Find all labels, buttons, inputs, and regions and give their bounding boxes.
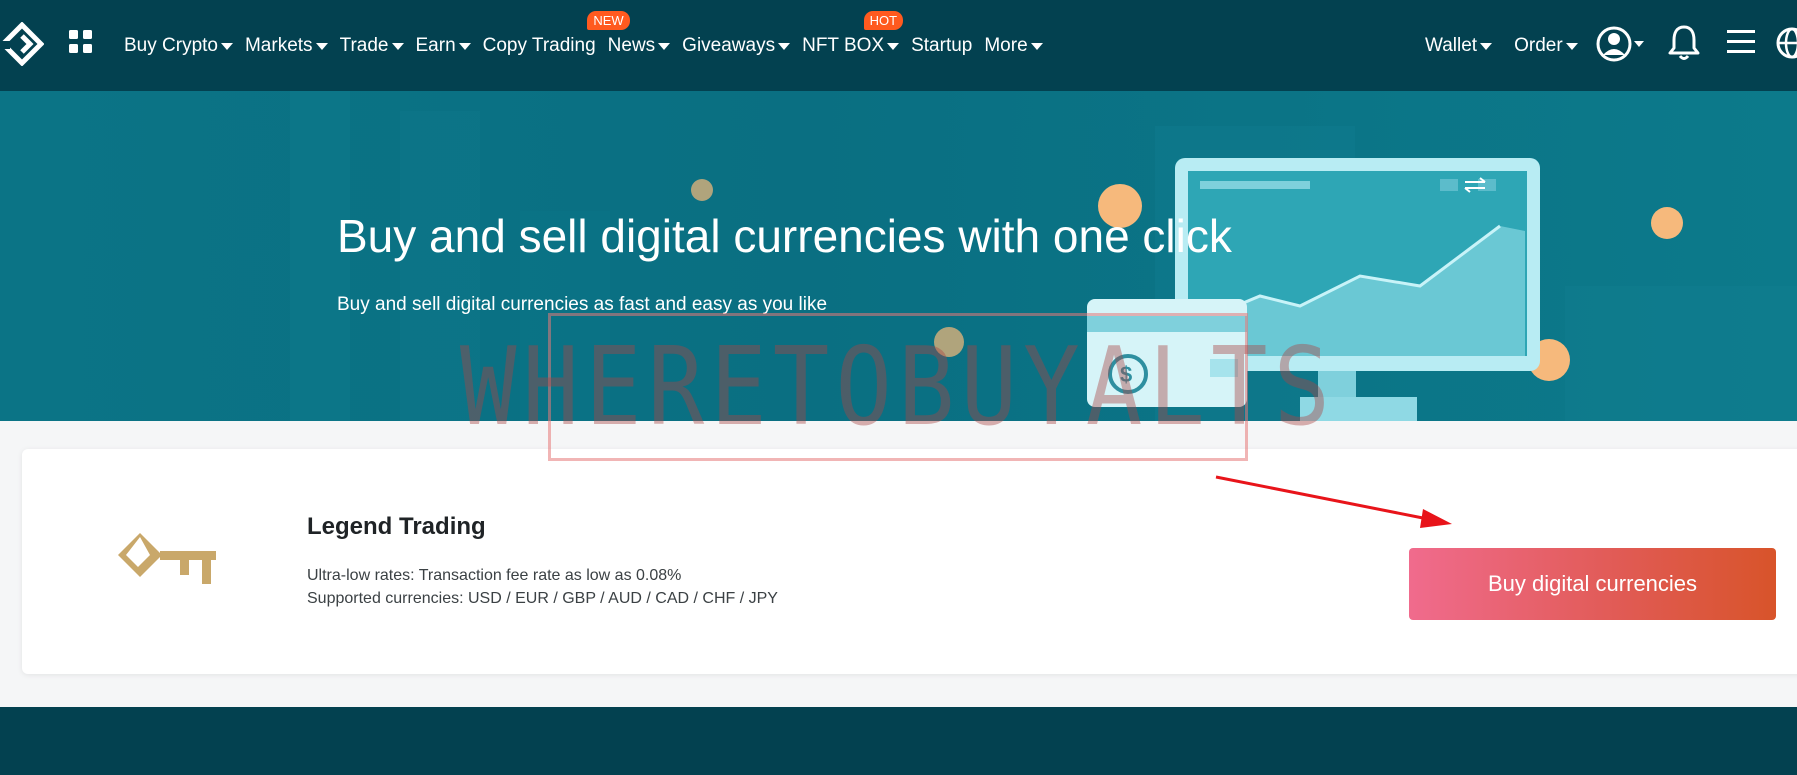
footer-strip xyxy=(0,707,1797,775)
buy-digital-currencies-button[interactable]: Buy digital currencies xyxy=(1409,548,1776,620)
nav-earn[interactable]: Earn xyxy=(416,35,471,57)
nav-markets[interactable]: Markets xyxy=(245,35,328,57)
nav-label: More xyxy=(984,34,1028,56)
wallet-label: Wallet xyxy=(1425,34,1478,56)
nav-trade[interactable]: Trade xyxy=(340,35,404,57)
caret-down-icon xyxy=(658,43,671,50)
user-avatar-icon[interactable] xyxy=(1594,24,1646,64)
main-menu: Buy Crypto Markets Trade Earn Copy Tradi… xyxy=(124,0,1055,91)
nav-nft-box[interactable]: NFT BOX HOT xyxy=(802,10,904,57)
order-label: Order xyxy=(1514,34,1563,56)
caret-down-icon xyxy=(1480,43,1493,50)
caret-down-icon xyxy=(1565,43,1578,50)
hero-title: Buy and sell digital currencies with one… xyxy=(337,210,1232,262)
provider-title: Legend Trading xyxy=(307,513,486,540)
nav-label: Giveaways xyxy=(682,34,776,56)
nav-news[interactable]: News xyxy=(608,35,671,57)
caret-down-icon xyxy=(887,43,900,50)
bell-icon[interactable] xyxy=(1667,24,1701,62)
nav-more[interactable]: More xyxy=(984,34,1043,57)
nav-label: Buy Crypto xyxy=(124,34,218,56)
nav-label: News xyxy=(607,34,656,56)
provider-card: Legend Trading Ultra-low rates: Transact… xyxy=(22,449,1797,674)
nav-copy-trading[interactable]: Copy Trading NEW xyxy=(482,10,630,57)
globe-icon[interactable] xyxy=(1776,26,1797,60)
caret-down-icon xyxy=(220,43,233,50)
account-menu: Wallet Order xyxy=(1425,0,1600,91)
caret-down-icon xyxy=(391,43,404,50)
new-badge: NEW xyxy=(587,10,630,30)
caret-down-icon xyxy=(458,43,471,50)
supported-currencies-text: Supported currencies: USD / EUR / GBP / … xyxy=(307,590,778,607)
wallet-menu[interactable]: Wallet xyxy=(1425,34,1493,57)
caret-down-icon xyxy=(1030,43,1043,50)
key-icon xyxy=(118,533,216,584)
nav-buy-crypto[interactable]: Buy Crypto xyxy=(124,35,233,57)
hamburger-menu-icon[interactable] xyxy=(1726,29,1756,55)
fee-rate-text: Ultra-low rates: Transaction fee rate as… xyxy=(307,567,682,584)
nav-label: NFT BOX xyxy=(802,34,885,56)
caret-down-icon xyxy=(778,43,791,50)
nav-giveaways[interactable]: Giveaways xyxy=(682,34,791,57)
nav-startup[interactable]: Startup xyxy=(911,35,972,57)
hot-badge: HOT xyxy=(863,10,904,30)
caret-down-icon xyxy=(315,43,328,50)
nav-label: Earn xyxy=(415,34,456,56)
exchange-logo-icon[interactable] xyxy=(0,22,44,66)
watermark-text: WHERETOBUYALTS xyxy=(459,324,1337,450)
top-navigation-bar: Buy Crypto Markets Trade Earn Copy Tradi… xyxy=(0,0,1797,91)
grid-apps-icon[interactable] xyxy=(68,29,94,55)
order-menu[interactable]: Order xyxy=(1514,35,1578,57)
nav-label: Trade xyxy=(339,34,389,56)
nav-label: Markets xyxy=(244,34,313,56)
nav-label: Copy Trading xyxy=(482,34,596,56)
watermark: WHERETOBUYALTS xyxy=(460,313,1330,461)
nav-label: Startup xyxy=(911,34,973,56)
